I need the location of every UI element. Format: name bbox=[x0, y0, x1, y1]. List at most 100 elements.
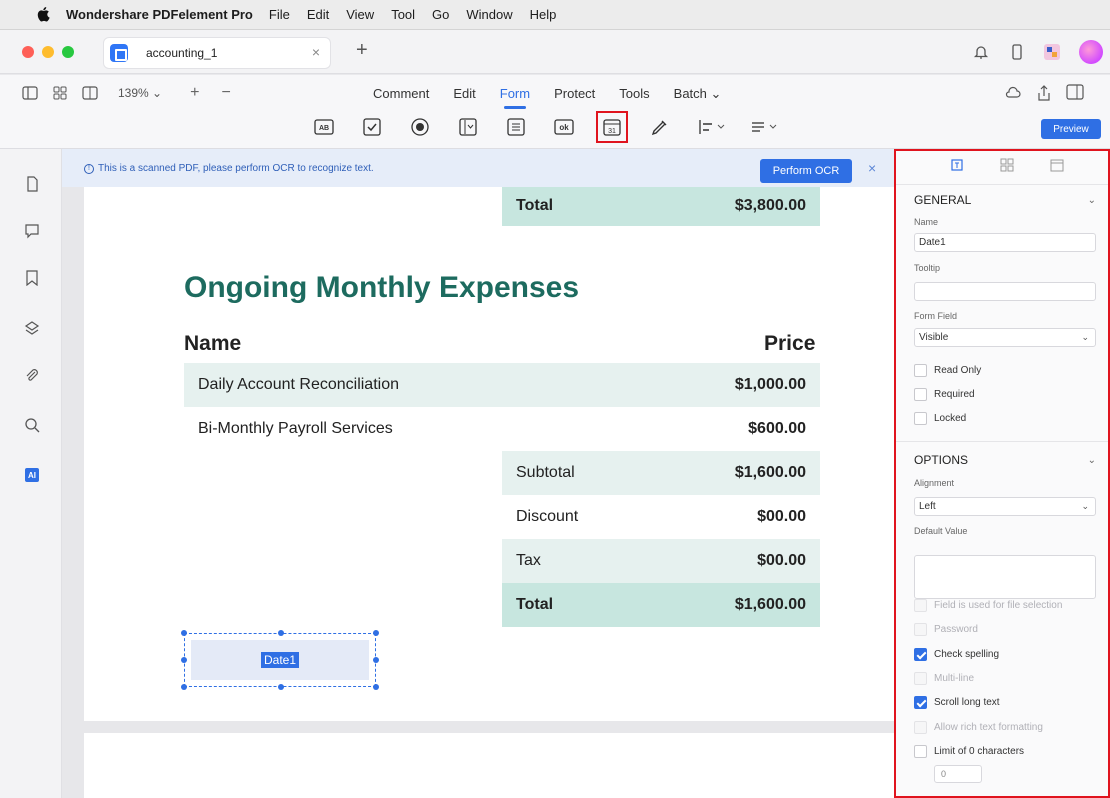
chevron-down-icon[interactable]: ⌄ bbox=[1088, 195, 1096, 206]
tab-edit[interactable]: Edit bbox=[453, 86, 475, 102]
close-ocr-bar-icon[interactable]: × bbox=[868, 160, 876, 176]
tooltip-label: Tooltip bbox=[914, 263, 941, 273]
summary-label: Discount bbox=[516, 508, 579, 525]
form-field-visibility-select[interactable]: Visible ⌄ bbox=[914, 328, 1096, 347]
notification-bell-icon[interactable] bbox=[971, 42, 991, 62]
distribute-icon[interactable] bbox=[750, 117, 778, 137]
app-name-menu[interactable]: Wondershare PDFelement Pro bbox=[66, 7, 253, 22]
name-field[interactable]: Date1 bbox=[914, 233, 1096, 252]
date-field-icon[interactable]: 31 bbox=[596, 111, 628, 143]
thumbnail-grid-icon[interactable] bbox=[52, 86, 68, 100]
tooltip-field[interactable] bbox=[914, 282, 1096, 301]
column-header-price: Price bbox=[764, 332, 816, 355]
bookmark-icon[interactable] bbox=[24, 270, 40, 286]
zoom-in-button[interactable]: + bbox=[190, 84, 199, 102]
reading-mode-icon[interactable] bbox=[82, 86, 98, 100]
dropdown-icon[interactable] bbox=[506, 117, 526, 137]
align-icon[interactable] bbox=[698, 117, 726, 137]
file-selection-checkbox[interactable]: Field is used for file selection bbox=[914, 599, 1062, 612]
properties-panel-toggle-icon[interactable] bbox=[1066, 84, 1084, 100]
chevron-down-icon[interactable]: ⌄ bbox=[1088, 455, 1096, 466]
zoom-level-dropdown[interactable]: 139% ⌄ bbox=[118, 86, 162, 100]
window-minimize-button[interactable] bbox=[42, 46, 54, 58]
locked-checkbox[interactable]: Locked bbox=[914, 412, 966, 425]
tab-batch[interactable]: Batch ⌄ bbox=[674, 86, 722, 102]
signature-icon[interactable] bbox=[650, 117, 670, 137]
general-section-title[interactable]: GENERAL bbox=[914, 193, 971, 207]
tab-title: accounting_1 bbox=[146, 46, 218, 60]
menu-window[interactable]: Window bbox=[466, 7, 512, 22]
top-total-row: Total $3,800.00 bbox=[502, 187, 820, 226]
field-properties-icon[interactable] bbox=[950, 158, 964, 172]
resize-handle[interactable] bbox=[373, 684, 379, 690]
resize-handle[interactable] bbox=[181, 684, 187, 690]
menu-view[interactable]: View bbox=[346, 7, 374, 22]
layers-icon[interactable] bbox=[24, 320, 40, 336]
menu-help[interactable]: Help bbox=[530, 7, 557, 22]
sidebar-toggle-icon[interactable] bbox=[22, 86, 38, 100]
alignment-label: Alignment bbox=[914, 478, 955, 488]
window-close-button[interactable] bbox=[22, 46, 34, 58]
summary-value: $00.00 bbox=[757, 508, 806, 525]
options-section-title[interactable]: OPTIONS bbox=[914, 453, 968, 467]
rich-text-checkbox[interactable]: Allow rich text formatting bbox=[914, 721, 1043, 734]
resize-handle[interactable] bbox=[373, 657, 379, 663]
device-icon[interactable] bbox=[1007, 42, 1027, 62]
pdfelement-app-icon bbox=[110, 44, 128, 62]
window-zoom-button[interactable] bbox=[62, 46, 74, 58]
user-avatar[interactable] bbox=[1079, 40, 1103, 64]
required-checkbox[interactable]: Required bbox=[914, 388, 975, 401]
resize-handle[interactable] bbox=[373, 630, 379, 636]
ai-assistant-icon[interactable]: AI bbox=[25, 468, 39, 482]
tab-tools[interactable]: Tools bbox=[619, 86, 649, 102]
search-icon[interactable] bbox=[24, 417, 40, 433]
resize-handle[interactable] bbox=[278, 630, 284, 636]
checkbox-icon[interactable] bbox=[362, 117, 382, 137]
button-icon[interactable]: ok bbox=[554, 117, 574, 137]
resize-handle[interactable] bbox=[181, 657, 187, 663]
apple-logo-icon[interactable] bbox=[36, 6, 50, 22]
page-icon[interactable] bbox=[24, 176, 40, 192]
tab-protect[interactable]: Protect bbox=[554, 86, 595, 102]
comment-icon[interactable] bbox=[24, 223, 40, 239]
new-tab-button[interactable]: + bbox=[356, 40, 368, 60]
radio-button-icon[interactable] bbox=[410, 117, 430, 137]
password-checkbox[interactable]: Password bbox=[914, 623, 978, 636]
tab-close-icon[interactable]: × bbox=[312, 44, 320, 60]
form-field-label: Form Field bbox=[914, 311, 958, 321]
svg-text:ok: ok bbox=[559, 123, 569, 132]
menu-go[interactable]: Go bbox=[432, 7, 449, 22]
date-form-field[interactable]: Date1 bbox=[181, 630, 379, 690]
document-tab[interactable]: accounting_1 × bbox=[103, 37, 331, 69]
tab-comment[interactable]: Comment bbox=[373, 86, 429, 102]
check-spelling-checkbox[interactable]: Check spelling bbox=[914, 648, 999, 661]
cloud-icon[interactable] bbox=[1004, 84, 1022, 100]
grid-layout-icon[interactable] bbox=[1000, 158, 1014, 172]
scroll-long-text-checkbox[interactable]: Scroll long text bbox=[914, 696, 1000, 709]
perform-ocr-button[interactable]: Perform OCR bbox=[760, 159, 852, 183]
zoom-out-button[interactable]: − bbox=[221, 84, 230, 102]
read-only-checkbox[interactable]: Read Only bbox=[914, 364, 981, 377]
preview-button[interactable]: Preview bbox=[1041, 119, 1101, 139]
resize-handle[interactable] bbox=[181, 630, 187, 636]
list-box-icon[interactable] bbox=[458, 117, 478, 137]
date-field-name-tag: Date1 bbox=[260, 652, 300, 668]
limit-characters-checkbox[interactable]: Limit of 0 characters bbox=[914, 745, 1024, 758]
character-limit-input[interactable]: 0 bbox=[934, 765, 982, 783]
menu-tool[interactable]: Tool bbox=[391, 7, 415, 22]
text-field-icon[interactable]: AB bbox=[314, 117, 334, 137]
menu-file[interactable]: File bbox=[269, 7, 290, 22]
default-value-field[interactable] bbox=[914, 555, 1096, 599]
calendar-format-icon[interactable] bbox=[1050, 158, 1064, 172]
multi-line-checkbox[interactable]: Multi-line bbox=[914, 672, 974, 685]
next-pdf-page bbox=[84, 733, 894, 798]
menu-edit[interactable]: Edit bbox=[307, 7, 329, 22]
tab-form[interactable]: Form bbox=[500, 86, 530, 109]
summary-row: Subtotal $1,600.00 bbox=[502, 451, 820, 495]
share-icon[interactable] bbox=[1036, 84, 1052, 102]
resize-handle[interactable] bbox=[278, 684, 284, 690]
gift-app-icon[interactable] bbox=[1042, 42, 1062, 62]
alignment-select[interactable]: Left ⌄ bbox=[914, 497, 1096, 516]
attachment-icon[interactable] bbox=[24, 368, 40, 384]
pdf-page: Total $3,800.00 Ongoing Monthly Expenses… bbox=[84, 187, 894, 721]
